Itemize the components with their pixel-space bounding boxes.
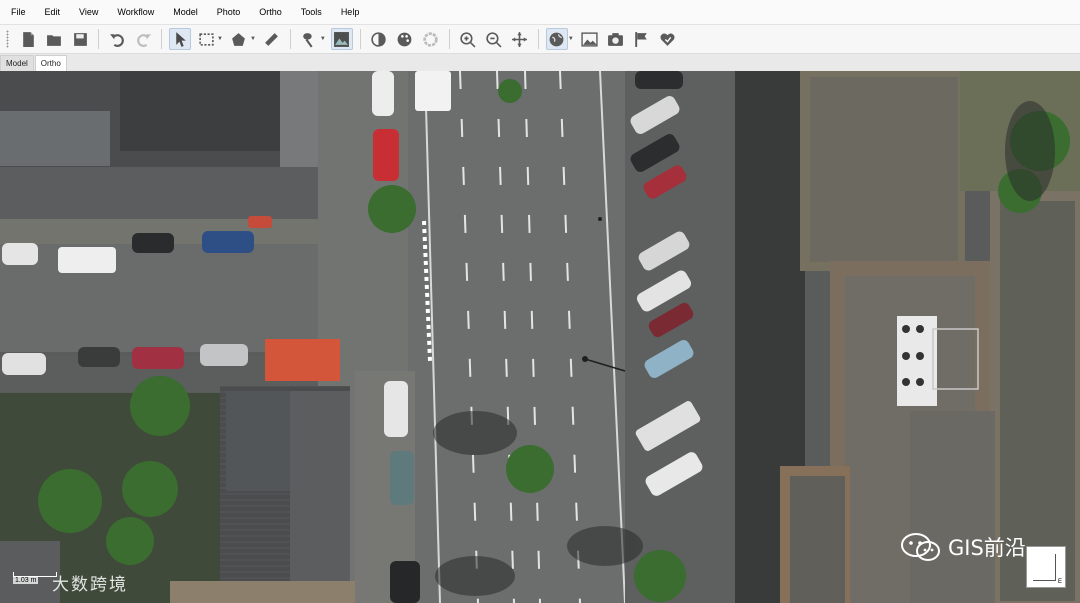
toolbar-separator (161, 29, 162, 49)
move-icon[interactable] (509, 28, 531, 50)
chevron-down-icon[interactable]: ▼ (250, 36, 256, 42)
wechat-icon (901, 533, 940, 561)
menu-tools[interactable]: Tools (290, 0, 330, 24)
toolbar-separator (448, 29, 450, 49)
toolbar-separator (359, 29, 361, 49)
navigator-box[interactable]: E (1026, 546, 1066, 588)
select-pointer-icon[interactable] (169, 28, 191, 50)
rectangle-selection-icon[interactable] (195, 28, 217, 50)
undo-icon[interactable] (106, 28, 128, 50)
orthophoto-image (0, 71, 1080, 603)
globe-icon[interactable] (545, 28, 568, 50)
watermark-left: 大数跨境 (52, 575, 128, 595)
scale-bar-label: 1.03 m (13, 577, 39, 584)
menu-file[interactable]: File (0, 0, 34, 24)
polygon-selection-icon[interactable] (228, 28, 250, 50)
menu-help[interactable]: Help (330, 0, 368, 24)
redo-icon[interactable] (132, 28, 154, 50)
watermark-right-text: GIS前沿 (948, 536, 1026, 560)
toolbar-separator (537, 29, 539, 49)
zoom-in-icon[interactable] (457, 28, 479, 50)
orthomosaic-view-icon[interactable] (330, 28, 353, 50)
palette-icon[interactable] (394, 28, 416, 50)
menu-ortho[interactable]: Ortho (248, 0, 290, 24)
zoom-out-icon[interactable] (483, 28, 505, 50)
menu-view[interactable]: View (68, 0, 106, 24)
toolbar-separator (98, 29, 99, 49)
new-document-icon[interactable] (17, 28, 39, 50)
shape-heart-icon[interactable] (657, 28, 679, 50)
view-tabs: Model Ortho (0, 54, 1080, 71)
chevron-down-icon[interactable]: ▼ (320, 36, 326, 42)
navigator-label: E (1057, 579, 1062, 585)
save-icon[interactable] (69, 28, 91, 50)
flag-icon[interactable] (631, 28, 653, 50)
tab-model[interactable]: Model (0, 55, 34, 71)
watermark-right: GIS前沿 (900, 532, 1026, 562)
tab-ortho[interactable]: Ortho (34, 55, 67, 71)
menu-photo[interactable]: Photo (206, 0, 249, 24)
toolbar-grip[interactable] (6, 30, 9, 48)
ruler-icon[interactable] (261, 28, 283, 50)
menu-model[interactable]: Model (162, 0, 206, 24)
menu-workflow[interactable]: Workflow (106, 0, 162, 24)
toolbar-separator (289, 29, 291, 49)
menu-bar: File Edit View Workflow Model Photo Orth… (0, 0, 1080, 25)
seamline-icon[interactable] (420, 28, 442, 50)
ortho-viewport[interactable] (0, 71, 1080, 603)
menu-edit[interactable]: Edit (34, 0, 69, 24)
camera-icon[interactable] (605, 28, 627, 50)
chevron-down-icon[interactable]: ▼ (217, 36, 223, 42)
draw-polygon-icon[interactable] (298, 28, 320, 50)
main-toolbar: ▼ ▼ ▼ ▼ (0, 25, 1080, 54)
scale-bar: 1.03 m (13, 572, 57, 584)
navigator-frame (1033, 554, 1056, 581)
image-icon[interactable] (579, 28, 601, 50)
chevron-down-icon[interactable]: ▼ (568, 36, 574, 42)
contrast-icon[interactable] (368, 28, 390, 50)
open-folder-icon[interactable] (43, 28, 65, 50)
